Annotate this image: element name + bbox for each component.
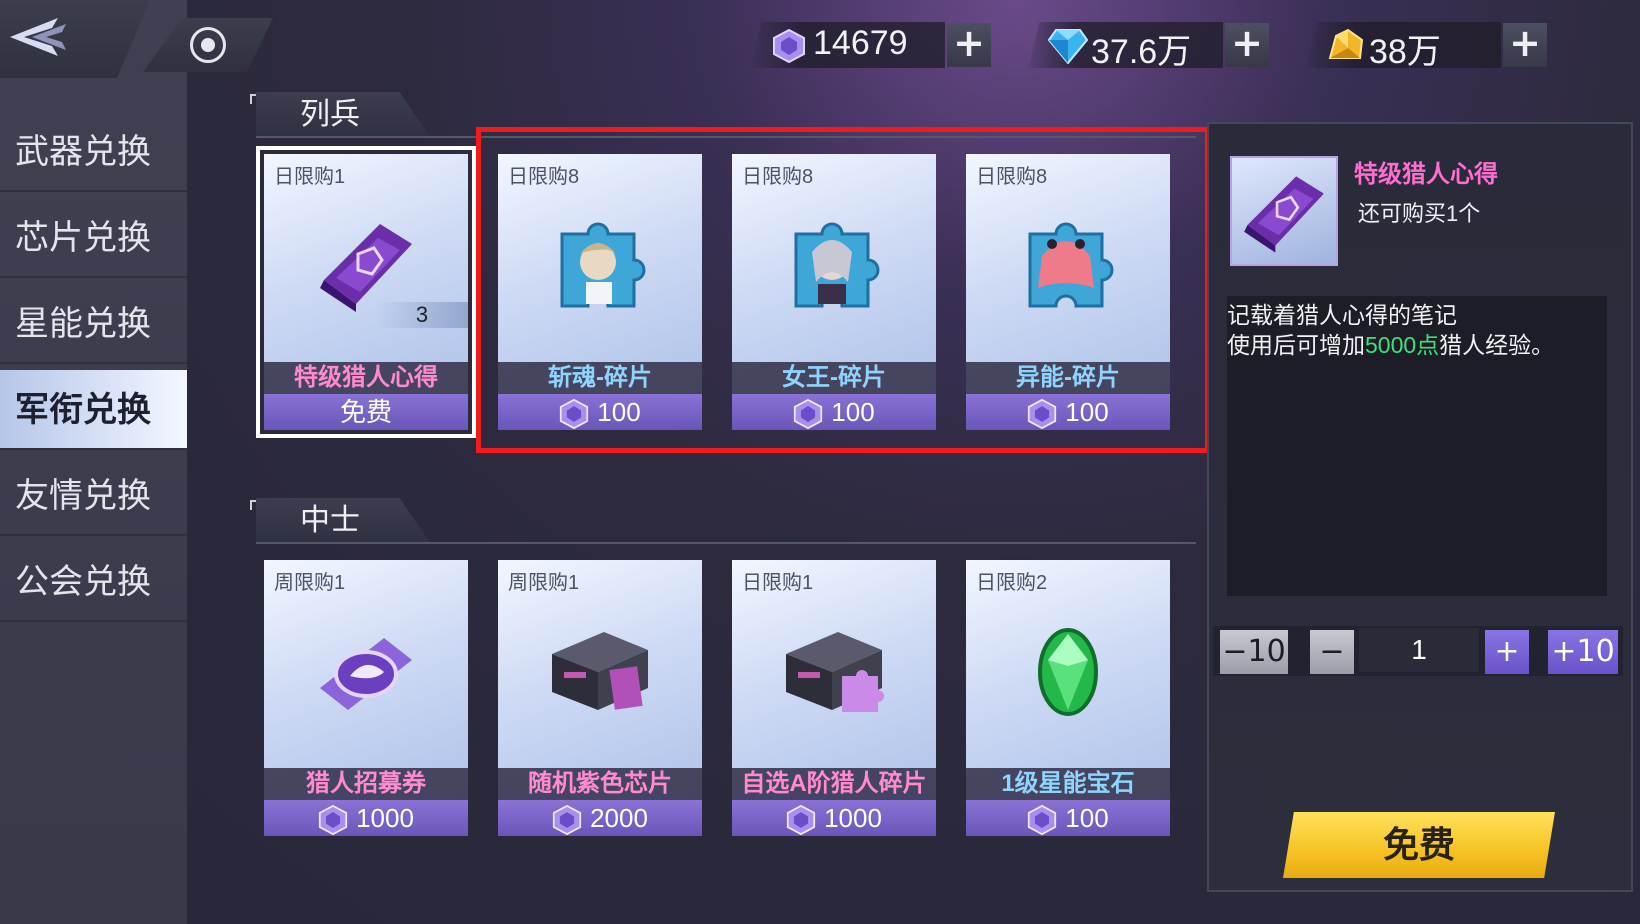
detail-item-icon (1230, 156, 1338, 266)
section-title-sergeant: 中士 (256, 498, 431, 544)
section-title-private: 列兵 (256, 92, 431, 138)
purple-gem-icon (318, 805, 348, 836)
shop-item-recruit-ticket[interactable]: 周限购1 猎人招募券 1000 (264, 560, 468, 836)
plus-ten-button[interactable]: +10 (1548, 630, 1618, 674)
fragment-chest-icon (786, 632, 884, 712)
shop-item-random-purple-chip[interactable]: 周限购1 随机紫色芯片 2000 (498, 560, 702, 836)
purple-gem-icon (1028, 805, 1057, 836)
chip-chest-icon (552, 632, 648, 710)
item-price: 1000 (264, 800, 468, 836)
item-name: 猎人招募券 (264, 768, 468, 800)
currency-purple-gem: 14679 + (750, 22, 995, 68)
item-quantity: 3 (376, 302, 468, 328)
recruit-ticket-icon (320, 638, 412, 710)
free-claim-button[interactable]: 免费 (1283, 812, 1555, 878)
item-price: 1000 (732, 800, 936, 836)
sidebar-item-friendship-exchange[interactable]: 友情兑换 (0, 456, 187, 536)
item-price: 100 (966, 800, 1170, 836)
detail-item-name: 特级猎人心得 (1354, 161, 1498, 188)
item-name: 特级猎人心得 (264, 362, 468, 394)
description-line-1: 记载着猎人心得的笔记 (1227, 302, 1457, 328)
purple-gem-icon (786, 805, 816, 836)
item-price: 免费 (264, 394, 468, 430)
green-gem-icon (1038, 628, 1098, 716)
shop-item-star-energy-gem[interactable]: 日限购2 1级星能宝石 100 (966, 560, 1170, 836)
purple-gem-icon (552, 805, 582, 836)
item-name: 1级星能宝石 (966, 768, 1170, 800)
currency-gold-crystal: 38万 + (1306, 22, 1551, 71)
shop-item-hunter-notes[interactable]: 日限购1 3 特级猎人心得 免费 (256, 146, 476, 438)
sidebar-item-weapon-exchange[interactable]: 武器兑换 (0, 112, 187, 192)
purple-book-icon (1244, 176, 1324, 253)
blue-diamond-icon (1048, 29, 1088, 64)
back-arrow-icon (10, 18, 66, 56)
sidebar-item-rank-exchange[interactable]: 军衔兑换 (0, 370, 187, 450)
purple-gem-icon (773, 29, 805, 63)
minus-ten-button[interactable]: −10 (1220, 630, 1288, 674)
item-name: 随机紫色芯片 (498, 768, 702, 800)
quantity-value[interactable]: 1 (1359, 628, 1479, 672)
minus-button[interactable]: − (1310, 630, 1354, 674)
currency-blue-diamond: 37.6万 + (1028, 22, 1273, 71)
add-gold-crystal-button[interactable]: + (1503, 23, 1547, 67)
item-name: 自选A阶猎人碎片 (732, 768, 936, 800)
plus-button[interactable]: + (1485, 630, 1529, 674)
shop-item-select-a-hunter-fragment[interactable]: 日限购1 自选A阶猎人碎片 1000 (732, 560, 936, 836)
sidebar-item-star-energy-exchange[interactable]: 星能兑换 (0, 284, 187, 364)
highlight-box (476, 127, 1210, 453)
add-blue-diamond-button[interactable]: + (1225, 23, 1269, 67)
item-price: 2000 (498, 800, 702, 836)
gold-crystal-icon (1328, 28, 1364, 59)
sidebar-item-chip-exchange[interactable]: 芯片兑换 (0, 198, 187, 278)
description-line-2: 使用后可增加5000点猎人经验。 (1227, 332, 1555, 358)
sidebar-item-guild-exchange[interactable]: 公会兑换 (0, 542, 187, 622)
add-purple-gem-button[interactable]: + (947, 23, 991, 67)
detail-remaining-count: 还可购买1个 (1358, 201, 1481, 226)
